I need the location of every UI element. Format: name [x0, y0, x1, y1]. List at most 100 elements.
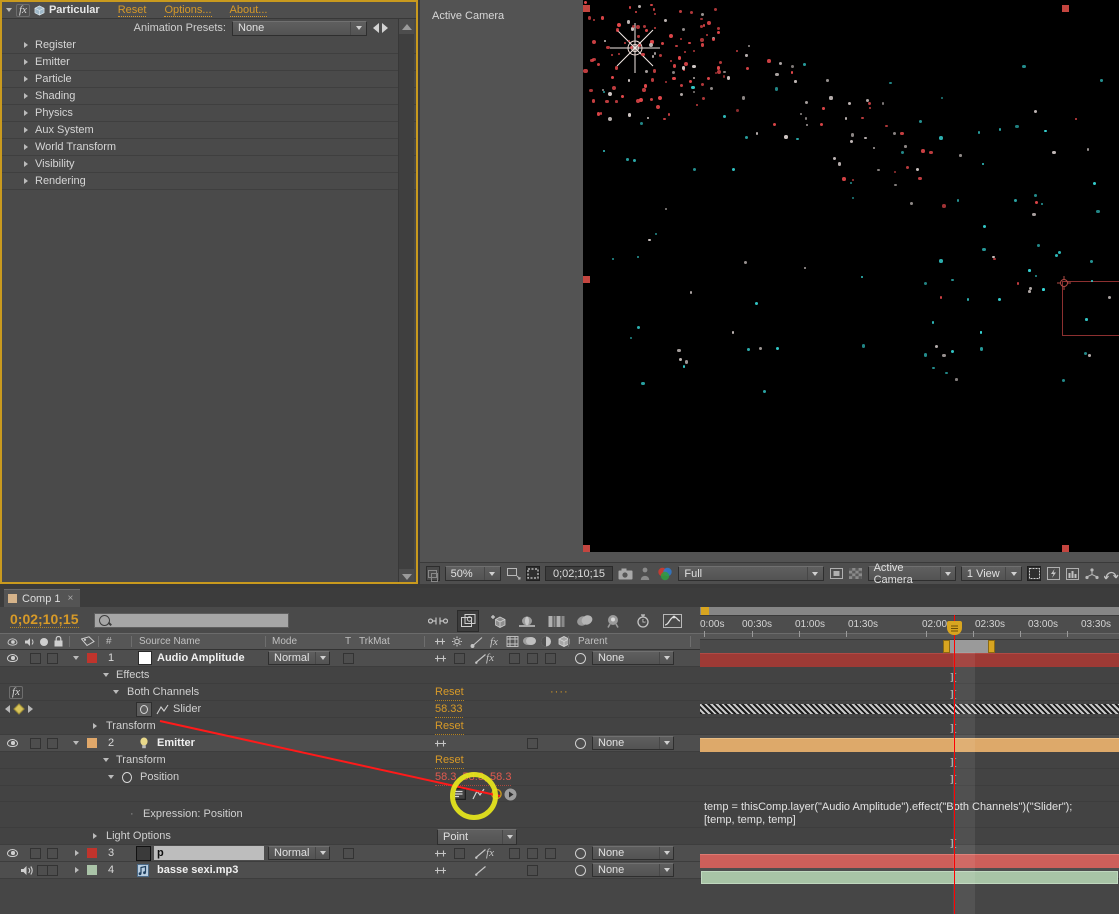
comp-handle-br[interactable] — [1062, 545, 1069, 552]
graph-editor-strip-icon[interactable] — [546, 611, 566, 631]
effect-options-dots[interactable]: ···· — [550, 684, 569, 700]
effect-group-aux-system[interactable]: Aux System — [2, 122, 416, 139]
label-color-swatch[interactable] — [87, 845, 97, 861]
resolution-dropdown[interactable]: Full — [678, 566, 824, 581]
frame-blend-switch[interactable] — [509, 845, 520, 861]
trkmat-box[interactable] — [343, 845, 354, 861]
layer-rename-input[interactable]: p — [154, 846, 264, 860]
close-icon[interactable]: × — [68, 593, 74, 604]
parent-dropdown[interactable]: None — [592, 651, 674, 665]
slider-value[interactable]: 58.33 — [435, 701, 463, 718]
timeline-current-time[interactable]: 0;02;10;15 — [10, 612, 79, 628]
audio-layer-bar[interactable] — [701, 871, 1118, 884]
quality-switch[interactable] — [475, 862, 487, 878]
comp-handle-tl[interactable] — [583, 5, 590, 12]
label-color-swatch[interactable] — [87, 650, 97, 666]
chevron-right-icon[interactable] — [24, 161, 28, 167]
shy-switch[interactable] — [434, 862, 447, 878]
layer-expand-triangle[interactable] — [75, 862, 79, 878]
auto-keyframe-icon[interactable] — [633, 611, 653, 631]
next-preset-icon[interactable] — [382, 23, 388, 33]
layer-expand-triangle[interactable] — [73, 735, 79, 751]
solo-toggle[interactable] — [47, 862, 58, 878]
channel-rgb-icon[interactable] — [657, 566, 673, 582]
stopwatch-toggle[interactable] — [122, 769, 132, 785]
scroll-down-button[interactable] — [399, 569, 414, 584]
cti-handle[interactable] — [947, 621, 962, 635]
chevron-down-icon[interactable] — [6, 8, 12, 12]
prev-preset-icon[interactable] — [373, 23, 379, 33]
comp-flowchart-icon[interactable] — [1104, 566, 1119, 582]
transform-expand-triangle[interactable] — [93, 718, 97, 734]
motion-blur-switch[interactable] — [527, 845, 538, 861]
parent-pickwhip[interactable] — [575, 735, 586, 751]
lock-toggle[interactable] — [37, 862, 48, 878]
transparency-grid-icon[interactable] — [848, 566, 862, 582]
viewer-timecode[interactable]: 0;02;10;15 — [545, 566, 613, 581]
effect-group-register[interactable]: Register — [2, 37, 416, 54]
audio-toggle[interactable] — [30, 845, 41, 861]
frame-blend-switch[interactable] — [509, 650, 520, 666]
collapse-switch[interactable] — [454, 845, 465, 861]
effect-reset-link[interactable]: Reset — [435, 684, 464, 701]
parent-pickwhip[interactable] — [575, 845, 586, 861]
zoom-dropdown[interactable]: 50% — [445, 566, 501, 581]
3d-view-popup-icon[interactable] — [1085, 566, 1099, 582]
trkmat-box[interactable] — [343, 650, 354, 666]
layer-name[interactable]: Audio Amplitude — [157, 650, 245, 666]
3d-switch[interactable] — [545, 650, 556, 666]
audio-toggle[interactable] — [20, 862, 34, 878]
layer-bar[interactable] — [700, 738, 1119, 752]
current-time-indicator[interactable] — [954, 615, 955, 914]
parent-pickwhip[interactable] — [575, 650, 586, 666]
collapse-switch[interactable] — [454, 650, 465, 666]
effects-switch[interactable]: fx — [482, 650, 498, 666]
pixel-aspect-correction-icon[interactable] — [1027, 566, 1041, 581]
about-button[interactable]: About... — [230, 4, 268, 17]
composition-stage[interactable] — [583, 0, 1119, 552]
chevron-right-icon[interactable] — [24, 42, 28, 48]
scroll-up-button[interactable] — [399, 19, 414, 34]
work-area-start-handle[interactable] — [943, 640, 950, 653]
snapshot-camera-icon[interactable] — [618, 566, 633, 582]
view-layout-dropdown[interactable]: 1 View — [961, 566, 1023, 581]
layer-bar[interactable] — [700, 854, 1119, 868]
show-snapshot-icon[interactable] — [638, 566, 652, 582]
chevron-right-icon[interactable] — [24, 127, 28, 133]
layer-expand-triangle[interactable] — [73, 650, 79, 666]
parent-dropdown[interactable]: None — [592, 863, 674, 877]
layer-expand-triangle[interactable] — [75, 845, 79, 861]
comp-handle-ml[interactable] — [583, 276, 590, 283]
expression-text[interactable]: temp = thisComp.layer("Audio Amplitude")… — [704, 801, 1104, 827]
chevron-right-icon[interactable] — [24, 110, 28, 116]
transform-reset-link[interactable]: Reset — [435, 718, 464, 735]
graph-editor-icon[interactable] — [662, 611, 682, 631]
parent-pickwhip[interactable] — [575, 862, 586, 878]
effect-group-world-transform[interactable]: World Transform — [2, 139, 416, 156]
work-area-end-handle[interactable] — [988, 640, 995, 653]
search-input[interactable] — [94, 613, 289, 628]
motion-blur-switch[interactable] — [527, 735, 538, 751]
brainstorm-icon[interactable] — [604, 611, 624, 631]
transform-expand-triangle[interactable] — [103, 752, 109, 768]
camera-view-dropdown[interactable]: Active Camera — [868, 566, 956, 581]
shy-switch[interactable] — [434, 735, 447, 751]
comp-handle-tr[interactable] — [1062, 5, 1069, 12]
timeline-graph-icon[interactable] — [1065, 566, 1079, 582]
transform-reset-link[interactable]: Reset — [435, 752, 464, 769]
effects-switch[interactable]: fx — [482, 845, 498, 861]
duration-start-handle[interactable] — [701, 607, 709, 615]
chevron-right-icon[interactable] — [24, 76, 28, 82]
motion-blur-switch[interactable] — [527, 862, 538, 878]
keyframe-navigator[interactable] — [5, 701, 33, 717]
effect-panel-scrollbar[interactable] — [398, 19, 414, 584]
layer-bar[interactable] — [700, 653, 1119, 667]
effect-group-visibility[interactable]: Visibility — [2, 156, 416, 173]
chevron-right-icon[interactable] — [24, 144, 28, 150]
shy-switch[interactable] — [434, 845, 447, 861]
tab-comp-1[interactable]: Comp 1 × — [4, 589, 80, 607]
work-area-bar[interactable] — [700, 639, 1119, 653]
solo-toggle[interactable] — [47, 650, 58, 666]
parent-dropdown[interactable]: None — [592, 846, 674, 860]
always-preview-icon[interactable] — [426, 566, 440, 581]
